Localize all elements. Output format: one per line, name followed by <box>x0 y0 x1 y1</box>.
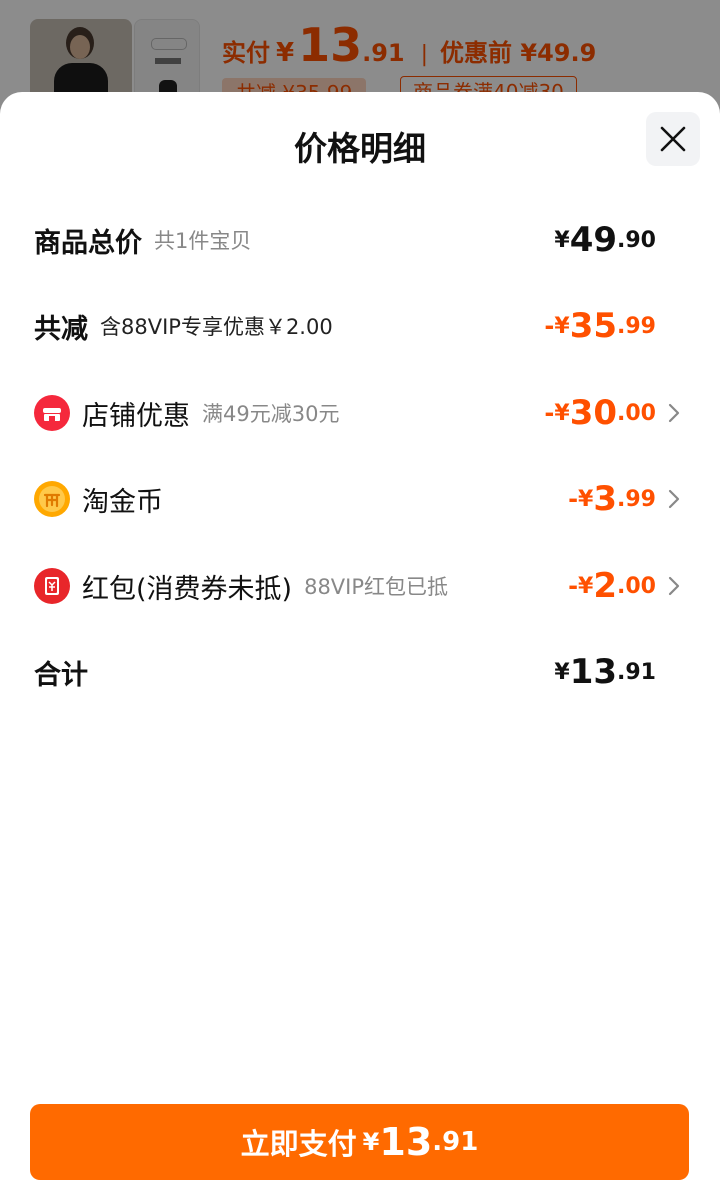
amount-yen: ¥ <box>578 573 594 599</box>
amount-dec: .00 <box>617 573 656 599</box>
amount-dec: .99 <box>617 313 656 339</box>
price-detail-sheet: 价格明细 商品总价 共1件宝贝 ¥ 49 .90 共减 含88VIP专享优惠￥2… <box>0 92 720 1202</box>
amount-sign: - <box>568 485 579 513</box>
chevron-right-icon <box>668 576 680 596</box>
row-title: 淘金币 <box>82 486 163 518</box>
row-tao-coin[interactable]: 淘金币 - ¥ 3 .99 <box>34 469 686 529</box>
red-packet-icon <box>34 568 70 604</box>
row-red-packet[interactable]: 红包(消费券未抵) 88VIP红包已抵 - ¥ 2 .00 <box>34 556 686 616</box>
row-amount: - ¥ 3 .99 <box>568 469 656 529</box>
row-amount: ¥ 13 .91 <box>554 642 656 702</box>
amount-int: 2 <box>593 566 618 606</box>
amount-int: 35 <box>569 306 618 346</box>
pay-button-int: 13 <box>379 1120 433 1164</box>
row-subtitle: 满49元减30元 <box>202 402 340 426</box>
row-grand-total: 合计 ¥ 13 .91 <box>34 642 686 702</box>
amount-dec: .90 <box>617 227 656 253</box>
amount-sign: - <box>544 399 555 427</box>
pay-button-label: 立即支付 <box>240 1127 357 1161</box>
amount-dec: .99 <box>617 486 656 512</box>
row-total-goods: 商品总价 共1件宝贝 ¥ 49 .90 <box>34 210 686 270</box>
pay-button-yen: ¥ <box>362 1128 380 1156</box>
chevron-right-icon <box>668 403 680 423</box>
amount-sign: - <box>568 572 579 600</box>
pay-button-dec: .91 <box>432 1127 479 1157</box>
row-title: 商品总价 <box>34 227 142 259</box>
amount-yen: ¥ <box>578 486 594 512</box>
row-total-discount: 共减 含88VIP专享优惠￥2.00 - ¥ 35 .99 <box>34 296 686 356</box>
row-title: 合计 <box>34 659 88 691</box>
pay-now-button[interactable]: 立即支付 ¥ 13 .91 <box>30 1104 689 1180</box>
row-title: 店铺优惠 <box>82 400 190 432</box>
close-icon <box>660 126 686 152</box>
row-title: 共减 <box>34 313 88 345</box>
amount-int: 49 <box>569 220 618 260</box>
amount-int: 3 <box>593 479 618 519</box>
coin-icon <box>34 481 70 517</box>
row-amount: - ¥ 30 .00 <box>544 383 656 443</box>
row-subtitle: 88VIP红包已抵 <box>304 575 449 599</box>
row-subtitle: 共1件宝贝 <box>154 229 252 253</box>
amount-int: 13 <box>569 652 618 692</box>
sheet-title: 价格明细 <box>294 129 426 168</box>
amount-int: 30 <box>569 393 618 433</box>
row-shop-discount[interactable]: 店铺优惠 满49元减30元 - ¥ 30 .00 <box>34 383 686 443</box>
row-amount: - ¥ 2 .00 <box>568 556 656 616</box>
amount-yen: ¥ <box>554 227 570 253</box>
amount-yen: ¥ <box>554 400 570 426</box>
row-amount: ¥ 49 .90 <box>554 210 656 270</box>
row-amount: - ¥ 35 .99 <box>544 296 656 356</box>
amount-yen: ¥ <box>554 659 570 685</box>
row-title: 红包(消费券未抵) <box>82 573 293 605</box>
amount-dec: .91 <box>617 659 656 685</box>
chevron-right-icon <box>668 489 680 509</box>
page: 实付 ¥ 13 .91 | 优惠前 ¥49.9 共减 ¥35.99 商品券满40… <box>0 0 720 1202</box>
shop-icon <box>34 395 70 431</box>
amount-sign: - <box>544 312 555 340</box>
amount-dec: .00 <box>617 400 656 426</box>
close-button[interactable] <box>646 112 700 166</box>
row-subtitle: 含88VIP专享优惠￥2.00 <box>100 315 333 339</box>
amount-yen: ¥ <box>554 313 570 339</box>
